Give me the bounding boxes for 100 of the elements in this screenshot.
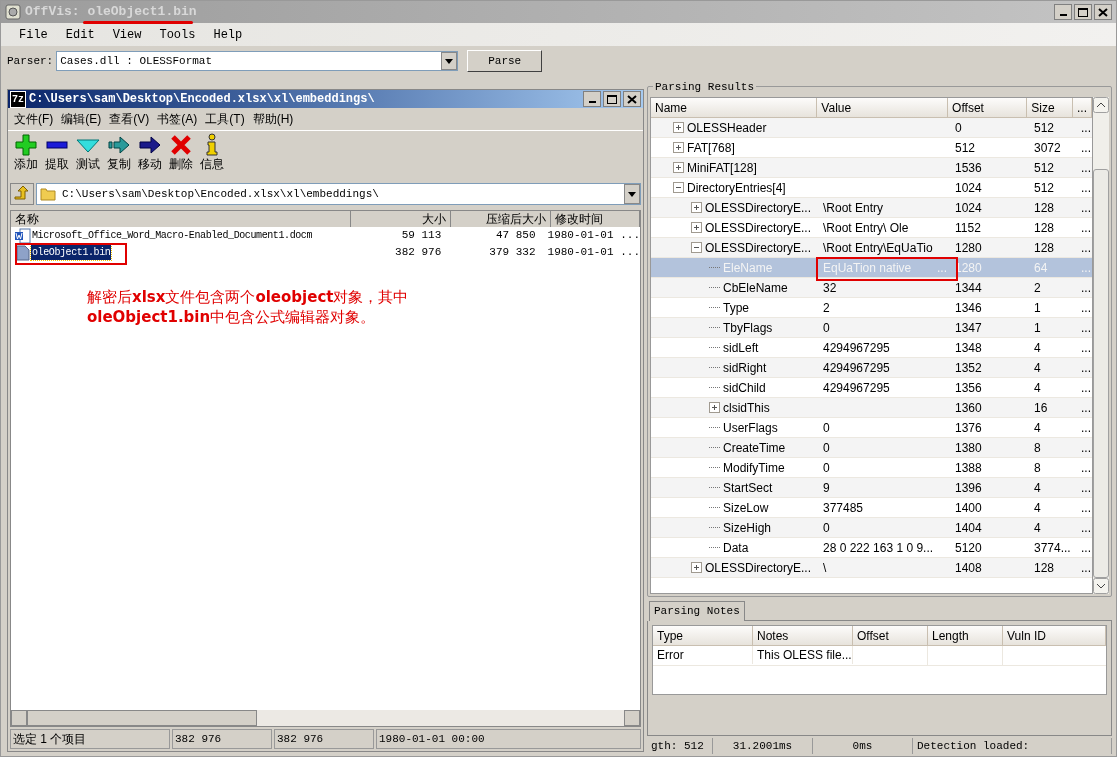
details-button[interactable]: ... xyxy=(1077,178,1095,197)
horizontal-scrollbar[interactable] xyxy=(11,710,640,726)
tree-row[interactable]: SizeHigh 0 1404 4 ... xyxy=(651,518,1092,538)
parse-button[interactable]: Parse xyxy=(467,50,543,72)
close-button[interactable] xyxy=(1094,4,1112,20)
details-button[interactable]: ... xyxy=(1077,338,1095,357)
node-name: FAT[768] xyxy=(687,139,735,157)
menu-item[interactable]: 帮助(H) xyxy=(248,110,298,128)
details-button[interactable]: ... xyxy=(1077,518,1095,537)
toolbar-button[interactable]: 提取 xyxy=(41,133,72,172)
tree-row[interactable]: OLESSDirectoryE... \Root Entry\EqUaTio 1280 128 ... xyxy=(651,238,1092,258)
close-button[interactable] xyxy=(623,91,641,107)
toolbar-button[interactable]: 测试 xyxy=(72,133,103,172)
toolbar-button[interactable]: 添加 xyxy=(10,133,41,172)
parser-dropdown[interactable]: Cases.dll : OLESSFormat xyxy=(56,51,459,71)
node-size: 4 xyxy=(1033,519,1042,537)
details-button[interactable]: ... xyxy=(1077,478,1095,497)
tree-row[interactable]: OLESSDirectoryE... \Root Entry 1024 128 ... xyxy=(651,198,1092,218)
details-button[interactable]: ... xyxy=(1077,198,1095,217)
menu-item[interactable]: Edit xyxy=(57,25,103,44)
column-header[interactable]: Offset xyxy=(948,98,1028,117)
expand-icon[interactable] xyxy=(691,202,702,213)
menu-item[interactable]: Tools xyxy=(151,25,204,44)
expand-icon[interactable] xyxy=(691,562,702,573)
expand-icon[interactable] xyxy=(673,162,684,173)
details-button[interactable]: ... xyxy=(1077,318,1095,337)
toolbar-button[interactable]: 复制 xyxy=(103,133,134,172)
details-button[interactable]: ... xyxy=(1077,538,1095,557)
path-field[interactable]: C:\Users\sam\Desktop\Encoded.xlsx\xl\embeddings\ xyxy=(36,183,641,205)
menu-item[interactable]: 编辑(E) xyxy=(57,110,106,128)
expand-icon[interactable] xyxy=(709,402,720,413)
expand-icon[interactable] xyxy=(673,142,684,153)
details-button[interactable]: ... xyxy=(1077,558,1095,577)
scroll-down-icon[interactable] xyxy=(1093,577,1109,594)
maximize-button[interactable] xyxy=(1074,4,1092,20)
details-button[interactable]: ... xyxy=(1077,218,1095,237)
details-button[interactable]: ... xyxy=(1077,378,1095,397)
node-size: 4 xyxy=(1033,359,1042,377)
column-header[interactable]: Offset xyxy=(853,625,928,645)
details-button[interactable]: ... xyxy=(1077,158,1095,177)
details-button[interactable]: ... xyxy=(1077,458,1095,477)
tree-row[interactable]: StartSect 9 1396 4 ... xyxy=(651,478,1092,498)
tree-row[interactable]: OLESSDirectoryE... \ 1408 128 ... xyxy=(651,558,1092,578)
column-header[interactable]: 大小 xyxy=(351,211,451,227)
scroll-up-icon[interactable] xyxy=(1093,97,1109,113)
column-header[interactable]: Size xyxy=(1027,98,1073,117)
node-size: 1 xyxy=(1033,299,1042,317)
collapse-icon[interactable] xyxy=(673,182,684,193)
details-button[interactable]: ... xyxy=(1077,418,1095,437)
notes-tab[interactable]: Parsing Notes xyxy=(649,600,745,621)
tree-row[interactable]: OLESSHeader 0 512 ... xyxy=(651,118,1092,138)
minimize-button[interactable] xyxy=(1054,4,1072,20)
tree-row[interactable]: CbEleName 32 1344 2 ... xyxy=(651,278,1092,298)
toolbar-button[interactable]: 移动 xyxy=(134,133,165,172)
menu-item[interactable]: 工具(T) xyxy=(201,110,249,128)
minimize-button[interactable] xyxy=(583,91,601,107)
collapse-icon[interactable] xyxy=(691,242,702,253)
menu-item[interactable]: 查看(V) xyxy=(105,110,154,128)
folder-up-icon[interactable] xyxy=(10,183,34,205)
tree-row[interactable]: CreateTime 0 1380 8 ... xyxy=(651,438,1092,458)
toolbar-button[interactable]: 删除 xyxy=(165,133,196,172)
file-name[interactable]: Microsoft_Office_Word_Macro-Enabled_Document1.docm xyxy=(31,228,314,243)
details-button[interactable]: ... xyxy=(1077,278,1095,297)
column-header[interactable]: Vuln ID xyxy=(1003,625,1106,645)
column-header[interactable]: Type xyxy=(653,625,753,645)
toolbar-button[interactable]: 信息 xyxy=(196,133,227,172)
menu-item[interactable]: File xyxy=(11,25,56,44)
menu-item[interactable]: Help xyxy=(205,25,251,44)
maximize-button[interactable] xyxy=(603,91,621,107)
tree-row[interactable]: clsidThis 1360 16 ... xyxy=(651,398,1092,418)
details-button[interactable]: ... xyxy=(1077,298,1095,317)
menu-item[interactable]: View xyxy=(104,25,150,44)
node-offset: 1346 xyxy=(954,299,983,317)
column-header[interactable]: Name xyxy=(651,98,818,117)
details-button[interactable]: ... xyxy=(1077,138,1095,157)
column-header[interactable]: 名称 xyxy=(11,211,351,227)
menu-item[interactable]: 文件(F) xyxy=(10,110,58,128)
details-button[interactable]: ... xyxy=(1077,438,1095,457)
details-button[interactable]: ... xyxy=(1077,358,1095,377)
expand-icon[interactable] xyxy=(673,122,684,133)
tree-connector xyxy=(709,327,720,328)
column-header[interactable]: 修改时间 xyxy=(551,211,640,227)
column-header[interactable]: 压缩后大小 xyxy=(451,211,551,227)
tree-row[interactable]: TbyFlags 0 1347 1 ... xyxy=(651,318,1092,338)
node-offset: 1152 xyxy=(954,219,982,237)
node-name: Type xyxy=(723,299,749,317)
column-header[interactable]: Length xyxy=(928,625,1003,645)
column-header[interactable]: ... xyxy=(1073,98,1092,117)
column-header[interactable]: Value xyxy=(817,98,949,117)
column-header[interactable]: Notes xyxy=(753,625,853,645)
tree-row[interactable]: MiniFAT[128] 1536 512 ... xyxy=(651,158,1092,178)
tree-row[interactable]: sidRight 4294967295 1352 4 ... xyxy=(651,358,1092,378)
details-button[interactable]: ... xyxy=(1077,498,1095,517)
vertical-scrollbar[interactable] xyxy=(1093,97,1109,594)
expand-icon[interactable] xyxy=(691,222,702,233)
details-button[interactable]: ... xyxy=(1077,118,1095,137)
details-button[interactable]: ... xyxy=(1077,398,1095,417)
details-button[interactable]: ... xyxy=(1077,238,1095,257)
file-name[interactable]: oleObject1.bin xyxy=(31,245,112,260)
menu-item[interactable]: 书签(A) xyxy=(153,110,202,128)
